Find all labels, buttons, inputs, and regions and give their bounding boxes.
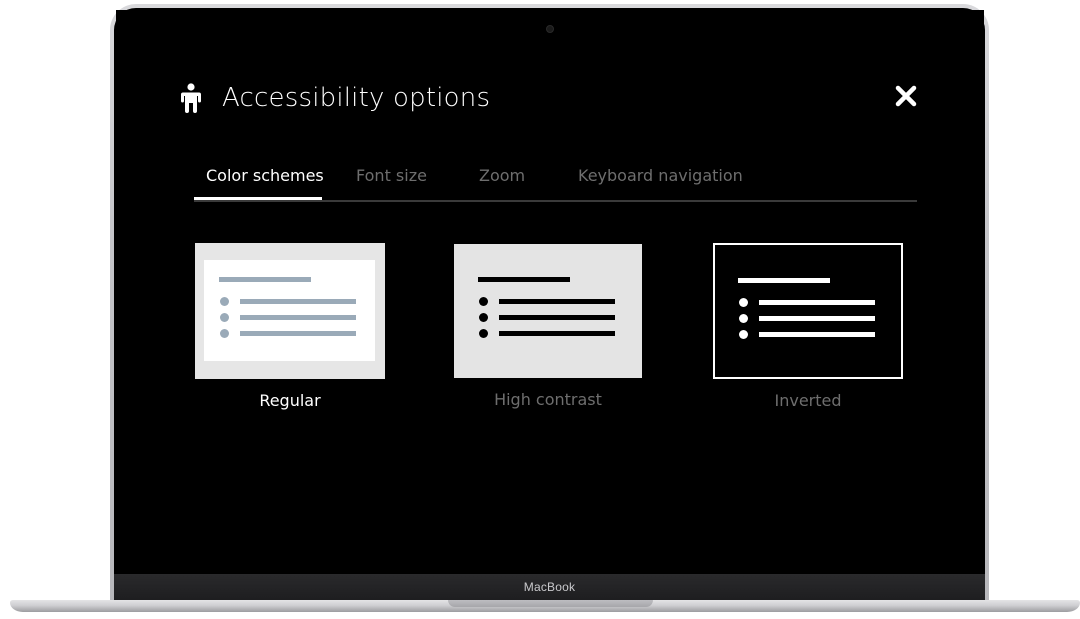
close-icon[interactable] <box>894 84 918 108</box>
scheme-option-regular[interactable]: Regular <box>195 243 385 410</box>
tab-keyboard-navigation[interactable]: Keyboard navigation <box>578 166 743 185</box>
tab-font-size[interactable]: Font size <box>356 166 427 185</box>
scheme-label-high-contrast: High contrast <box>494 390 602 409</box>
camera-icon <box>546 25 554 33</box>
scheme-option-high-contrast[interactable]: High contrast <box>454 243 642 409</box>
inverted-scheme-preview <box>713 243 903 379</box>
laptop-mockup: Accessibility options Color schemes Font… <box>0 0 1080 619</box>
tab-bar: Color schemes Font size Zoom Keyboard na… <box>194 160 917 202</box>
device-brand-label: MacBook <box>523 580 576 594</box>
active-tab-indicator <box>194 197 322 200</box>
regular-scheme-preview <box>195 243 385 379</box>
scheme-label-inverted: Inverted <box>774 391 842 410</box>
dialog-header: Accessibility options <box>180 78 490 118</box>
laptop-base-notch <box>448 600 653 607</box>
scheme-label-regular: Regular <box>259 391 321 410</box>
high-contrast-scheme-preview <box>454 244 642 378</box>
tab-color-schemes[interactable]: Color schemes <box>206 166 324 185</box>
tab-zoom[interactable]: Zoom <box>479 166 525 185</box>
inverted-preview-lines <box>738 278 875 339</box>
high-contrast-preview-lines <box>478 277 615 338</box>
regular-preview-lines <box>219 277 356 338</box>
scheme-option-inverted[interactable]: Inverted <box>713 243 903 410</box>
person-icon <box>181 83 201 113</box>
dialog-title: Accessibility options <box>222 83 491 113</box>
